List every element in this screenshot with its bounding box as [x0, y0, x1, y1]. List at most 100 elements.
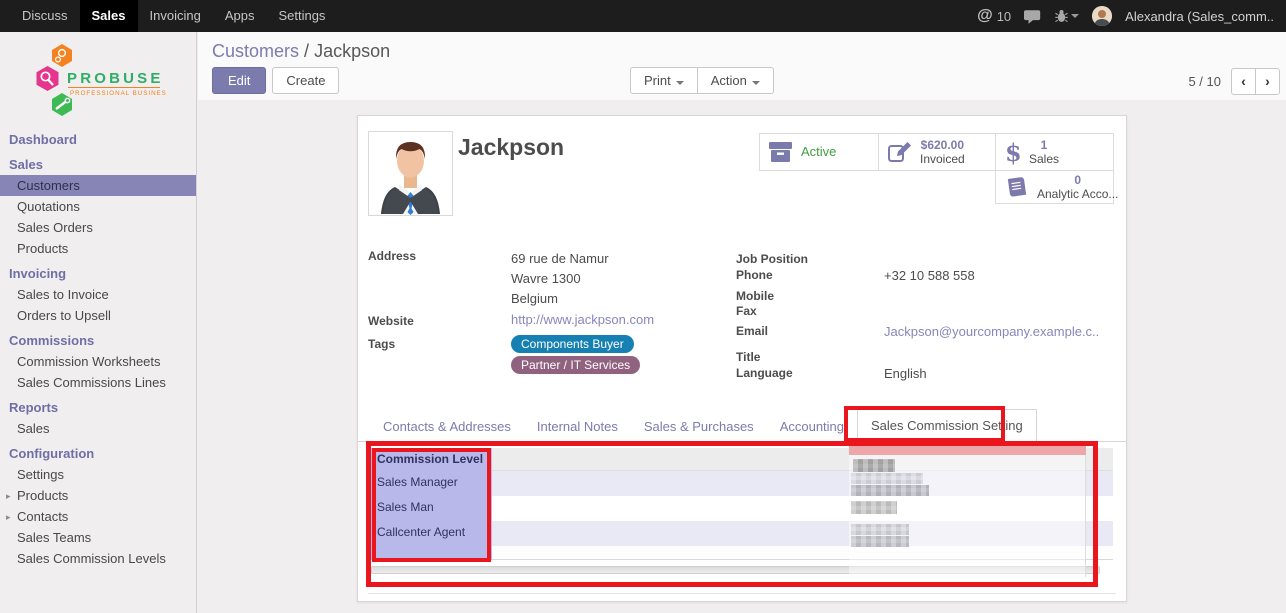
probuse-logo: PROBUSE PROFESSIONAL BUSINESS [34, 42, 196, 125]
menu-settings[interactable]: Settings [266, 0, 337, 32]
debug-bug-icon[interactable] [1055, 9, 1079, 23]
sidebar-item-orders-to-upsell[interactable]: Orders to Upsell [0, 305, 196, 326]
sidebar-item-products[interactable]: Products [0, 238, 196, 259]
top-menu-list: DiscussSalesInvoicingAppsSettings [10, 0, 337, 32]
dollar-icon: $ [1004, 139, 1021, 165]
field-row-language: LanguageEnglish [736, 366, 1122, 382]
sidebar-item-products[interactable]: ▸Products [0, 485, 196, 506]
tab-sales-commission-setting[interactable]: Sales Commission Setting [857, 409, 1037, 442]
sidebar-section-invoicing[interactable]: Invoicing [0, 263, 196, 284]
edit-button[interactable]: Edit [212, 67, 266, 94]
menu-apps[interactable]: Apps [213, 0, 267, 32]
sidebar-item-commission-worksheets[interactable]: Commission Worksheets [0, 351, 196, 372]
action-buttons: Print Action [630, 67, 774, 94]
notebook-tabs: Contacts & AddressesInternal NotesSales … [358, 409, 1126, 442]
sidebar-section-dashboard[interactable]: Dashboard [0, 129, 196, 150]
address-label: Address [368, 249, 511, 309]
logo-subtitle: PROFESSIONAL BUSINESS [70, 90, 166, 97]
sidebar-section-sales[interactable]: Sales [0, 154, 196, 175]
sidebar-item-sales-teams[interactable]: Sales Teams [0, 527, 196, 548]
create-button[interactable]: Create [272, 67, 339, 94]
messages-icon[interactable] [1024, 9, 1042, 24]
menu-invoicing[interactable]: Invoicing [138, 0, 213, 32]
tags-field-row: Tags Components BuyerPartner / IT Servic… [368, 334, 730, 375]
sidebar-item-contacts[interactable]: ▸Contacts [0, 506, 196, 527]
field-label-phone: Phone [736, 268, 884, 289]
sidebar-item-settings[interactable]: Settings [0, 464, 196, 485]
stat-button-sales[interactable]: $1Sales [995, 133, 1114, 171]
sidebar-item-sales-commissions-lines[interactable]: Sales Commissions Lines [0, 372, 196, 393]
stat-value: $620.00 [920, 138, 965, 152]
debug-caret-icon [1071, 14, 1079, 18]
at-icon: @ [977, 7, 993, 25]
website-link[interactable]: http://www.jackpson.com [511, 312, 654, 328]
print-caret-icon [676, 81, 684, 85]
customer-photo [368, 131, 453, 216]
field-value-email[interactable]: Jackpson@yourcompany.example.c.. [884, 324, 1099, 350]
print-button[interactable]: Print [630, 67, 698, 94]
menu-discuss[interactable]: Discuss [10, 0, 80, 32]
redacted-cell [851, 524, 909, 535]
main-area: Customers / Jackpson Edit Create Print A… [198, 32, 1286, 613]
tab-accounting[interactable]: Accounting [767, 411, 857, 442]
tab-sales-purchases[interactable]: Sales & Purchases [631, 411, 767, 442]
form-view-background: Jackpson Active $620.00Invoiced $1Sales 0A… [198, 100, 1286, 613]
sidebar-navigation: DashboardSalesCustomersQuotationsSales O… [0, 129, 196, 569]
address-line: Belgium [511, 289, 609, 309]
tab-contacts-addresses[interactable]: Contacts & Addresses [370, 411, 524, 442]
stat-button-analytic-acco[interactable]: 0Analytic Acco... [995, 170, 1114, 204]
sidebar-item-quotations[interactable]: Quotations [0, 196, 196, 217]
website-label: Website [368, 312, 511, 328]
stat-text: $620.00Invoiced [920, 138, 965, 166]
field-row-email: EmailJackpson@yourcompany.example.c.. [736, 324, 1122, 350]
address-line: Wavre 1300 [511, 269, 609, 289]
mentions-indicator[interactable]: @ 10 [977, 7, 1011, 25]
left-field-group: Address 69 rue de NamurWavre 1300Belgium… [368, 249, 730, 375]
record-buttons: Edit Create [212, 67, 339, 94]
user-avatar[interactable] [1092, 6, 1112, 26]
sidebar-section-configuration[interactable]: Configuration [0, 443, 196, 464]
sidebar-item-sales[interactable]: Sales [0, 418, 196, 439]
expand-arrow-icon[interactable]: ▸ [6, 489, 11, 504]
table-header-commission-level[interactable]: Commission Level [371, 448, 492, 471]
sidebar-item-sales-commission-levels[interactable]: Sales Commission Levels [0, 548, 196, 569]
pager-next-button[interactable]: › [1255, 68, 1280, 95]
sidebar-section-commissions[interactable]: Commissions [0, 330, 196, 351]
website-field-row: Website http://www.jackpson.com [368, 312, 730, 328]
sidebar-section-reports[interactable]: Reports [0, 397, 196, 418]
breadcrumb-current: Jackpson [314, 41, 390, 61]
sidebar-item-customers[interactable]: Customers [0, 175, 196, 196]
empty-commission-cell [371, 546, 492, 560]
svg-text:$: $ [1005, 139, 1021, 165]
field-value-phone: +32 10 588 558 [884, 268, 975, 289]
field-row-fax: Fax [736, 304, 1122, 324]
address-line: 69 rue de Namur [511, 249, 609, 269]
tag-components-buyer: Components Buyer [511, 335, 634, 353]
tag-partner-it-services: Partner / IT Services [511, 356, 640, 374]
expand-arrow-icon[interactable]: ▸ [6, 510, 11, 525]
user-name[interactable]: Alexandra (Sales_comm.. [1125, 9, 1274, 24]
stat-value: 1 [1029, 138, 1059, 152]
archive-icon [768, 141, 793, 163]
sidebar-item-sales-orders[interactable]: Sales Orders [0, 217, 196, 238]
menu-sales[interactable]: Sales [80, 0, 138, 32]
address-field-row: Address 69 rue de NamurWavre 1300Belgium [368, 249, 730, 309]
action-button[interactable]: Action [697, 67, 774, 94]
stat-button-invoiced[interactable]: $620.00Invoiced [878, 133, 996, 171]
redacted-cell [851, 536, 909, 547]
breadcrumb: Customers / Jackpson [212, 41, 390, 62]
sidebar-item-sales-to-invoice[interactable]: Sales to Invoice [0, 284, 196, 305]
redacted-cell [851, 485, 929, 496]
page-title: Jackpson [458, 134, 564, 161]
breadcrumb-customers-link[interactable]: Customers [212, 41, 299, 61]
topbar-right-tools: @ 10 Alexandra (Sales_comm.. [977, 6, 1286, 26]
tab-internal-notes[interactable]: Internal Notes [524, 411, 631, 442]
address-value: 69 rue de NamurWavre 1300Belgium [511, 249, 609, 309]
commission-level-cell: Sales Man [371, 496, 492, 521]
redacted-cell [853, 459, 895, 472]
field-label-title: Title [736, 350, 884, 366]
stat-text: Active [801, 145, 836, 159]
stat-button-active[interactable]: Active [759, 133, 879, 171]
stat-label: Analytic Acco... [1037, 187, 1118, 201]
pager-previous-button[interactable]: ‹ [1231, 68, 1256, 95]
